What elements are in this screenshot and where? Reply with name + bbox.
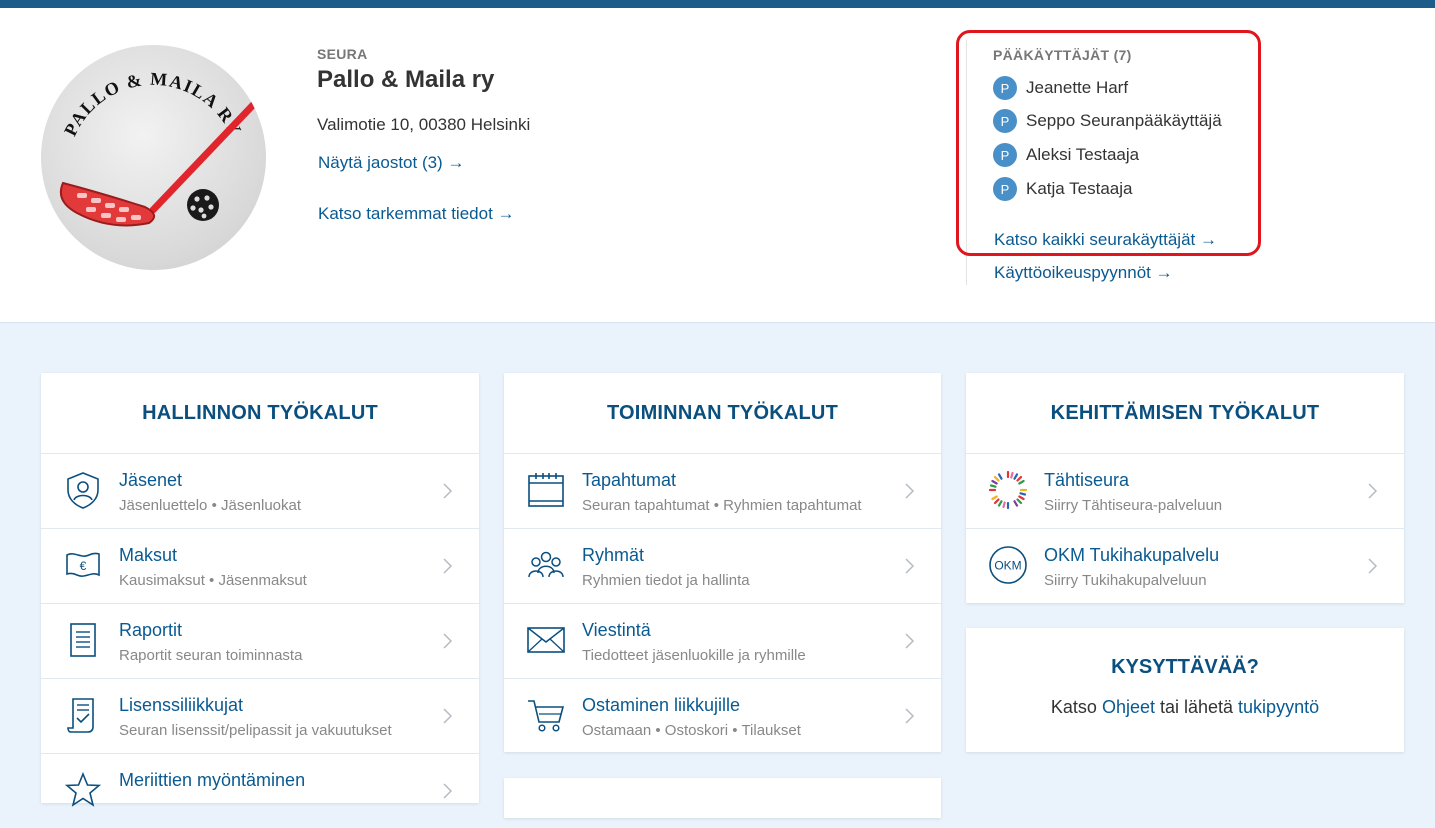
chevron-right-icon [443,708,453,724]
tool-title: OKM Tukihakupalvelu [1044,545,1220,565]
tool-events[interactable]: Tapahtumat Seuran tapahtumat • Ryhmien t… [504,454,941,529]
tool-subtitle: Tiedotteet jäsenluokille ja ryhmille [582,647,806,664]
tool-members[interactable]: Jäsenet Jäsenluettelo • Jäsenluokat [41,454,479,529]
admin-user-name: Seppo Seuranpääkäyttäjä [1026,111,1222,130]
license-scroll-icon [67,698,94,733]
svg-text:€: € [80,559,87,573]
instructions-link[interactable]: Ohjeet [1102,697,1155,717]
tool-title: Maksut [119,545,178,565]
tool-subtitle: Kausimaksut • Jäsenmaksut [119,572,307,589]
calendar-icon [528,473,564,507]
envelope-icon [527,627,565,653]
tool-subtitle: Ostamaan • Ostoskori • Tilaukset [582,722,801,739]
help-text-middle: tai lähetä [1154,697,1239,717]
top-accent-bar [0,0,1435,8]
help-title: KYSYTTÄVÄÄ? [1111,656,1259,678]
admin-tools-title: HALLINNON TYÖKALUT [41,373,479,454]
tool-subtitle: Seuran lisenssit/pelipassit ja vakuutuks… [119,722,392,739]
tool-merits[interactable]: Meriittien myöntäminen [41,754,479,828]
club-logo: PALLO & MAILA RY [41,45,266,270]
tool-reports[interactable]: Raportit Raportit seuran toiminnasta [41,604,479,679]
next-card [504,778,941,818]
admin-user-row[interactable]: P Seppo Seuranpääkäyttäjä [993,108,1222,134]
tool-payments[interactable]: € Maksut Kausimaksut • Jäsenmaksut [41,529,479,604]
admin-user-name: Jeanette Harf [1026,78,1129,97]
development-tools-card: KEHITTÄMISEN TYÖKALUT Tähtiseura Siirry … [966,373,1404,603]
chevron-right-icon [443,483,453,499]
chevron-right-icon [905,708,915,724]
group-icon [528,551,564,578]
avatar: P [993,177,1017,201]
help-card: KYSYTTÄVÄÄ? Katso Ohjeet tai lähetä tuki… [966,628,1404,752]
chevron-right-icon [905,483,915,499]
shield-user-icon [67,472,99,509]
tool-title: Ostaminen liikkujille [582,695,741,715]
tool-title: Tähtiseura [1044,470,1130,490]
admin-user-row[interactable]: P Katja Testaaja [993,176,1132,202]
tool-title: Viestintä [582,620,651,640]
tool-title: Tapahtumat [582,470,677,490]
development-tools-title: KEHITTÄMISEN TYÖKALUT [966,373,1404,454]
tool-subtitle: Raportit seuran toiminnasta [119,647,303,664]
avatar: P [993,76,1017,100]
tool-communication[interactable]: Viestintä Tiedotteet jäsenluokille ja ry… [504,604,941,679]
cart-icon [528,700,565,732]
tool-groups[interactable]: Ryhmät Ryhmien tiedot ja hallinta [504,529,941,604]
chevron-right-icon [443,558,453,574]
tahtiseura-logo-icon [988,470,1028,510]
chevron-right-icon [1368,483,1378,499]
show-sections-link[interactable]: Näytä jaostot (3) → [318,153,464,173]
tool-subtitle: Siirry Tähtiseura-palveluun [1044,497,1223,514]
admin-user-row[interactable]: P Aleksi Testaaja [993,142,1139,168]
chevron-right-icon [443,633,453,649]
document-icon [70,623,96,657]
tool-title: Ryhmät [582,545,645,565]
operation-tools-card: TOIMINNAN TYÖKALUT Tapahtumat Seuran tap… [504,373,941,752]
access-requests-link[interactable]: Käyttöoikeuspyynnöt → [994,263,1173,283]
admin-users-heading: PÄÄKÄYTTÄJÄT (7) [993,47,1132,63]
club-eyebrow: SEURA [317,46,368,62]
admin-users-panel: PÄÄKÄYTTÄJÄT (7) P Jeanette Harf P Seppo… [966,40,1257,285]
star-icon [64,771,102,807]
admin-user-name: Aleksi Testaaja [1026,145,1140,164]
tool-title: Lisenssiliikkujat [119,695,244,715]
chevron-right-icon [905,633,915,649]
admin-user-name: Katja Testaaja [1026,179,1133,198]
avatar: P [993,109,1017,133]
admin-tools-card: HALLINNON TYÖKALUT Jäsenet Jäsenluettelo… [41,373,479,807]
svg-text:PALLO & MAILA RY: PALLO & MAILA RY [60,69,246,139]
club-logo-text: PALLO & MAILA RY [60,69,244,139]
euro-banknote-icon: € [66,552,100,577]
chevron-right-icon [1368,558,1378,574]
help-text-before: Katso [1050,697,1102,717]
tool-subtitle: Seuran tapahtumat • Ryhmien tapahtumat [582,497,862,514]
club-details-link[interactable]: Katso tarkemmat tiedot → [318,204,515,224]
club-info: SEURA Pallo & Maila ry [317,46,494,94]
tool-purchasing[interactable]: Ostaminen liikkujille Ostamaan • Ostosko… [504,679,941,753]
tool-title: Raportit [119,620,183,640]
operation-tools-title: TOIMINNAN TYÖKALUT [504,373,941,454]
svg-text:OKM: OKM [994,559,1021,573]
tool-licenses[interactable]: Lisenssiliikkujat Seuran lisenssit/pelip… [41,679,479,754]
tool-tahtiseura[interactable]: Tähtiseura Siirry Tähtiseura-palveluun [966,454,1404,529]
chevron-right-icon [443,783,453,799]
all-club-users-link[interactable]: Katso kaikki seurakäyttäjät → [994,230,1217,250]
tool-subtitle: Ryhmien tiedot ja hallinta [582,572,750,589]
tool-title: Meriittien myöntäminen [119,770,306,790]
tool-title: Jäsenet [119,470,183,490]
tool-subtitle: Jäsenluettelo • Jäsenluokat [119,497,302,514]
chevron-right-icon [905,558,915,574]
okm-logo-icon: OKM [989,546,1027,584]
club-name: Pallo & Maila ry [317,66,495,93]
help-text: Katso Ohjeet tai lähetä tukipyyntö [966,697,1404,718]
tool-okm[interactable]: OKM OKM Tukihakupalvelu Siirry Tukihakup… [966,529,1404,603]
support-request-link[interactable]: tukipyyntö [1238,697,1319,717]
avatar: P [993,143,1017,167]
tool-subtitle: Siirry Tukihakupalveluun [1044,572,1207,589]
admin-user-row[interactable]: P Jeanette Harf [993,75,1128,101]
club-address: Valimotie 10, 00380 Helsinki [317,115,531,134]
